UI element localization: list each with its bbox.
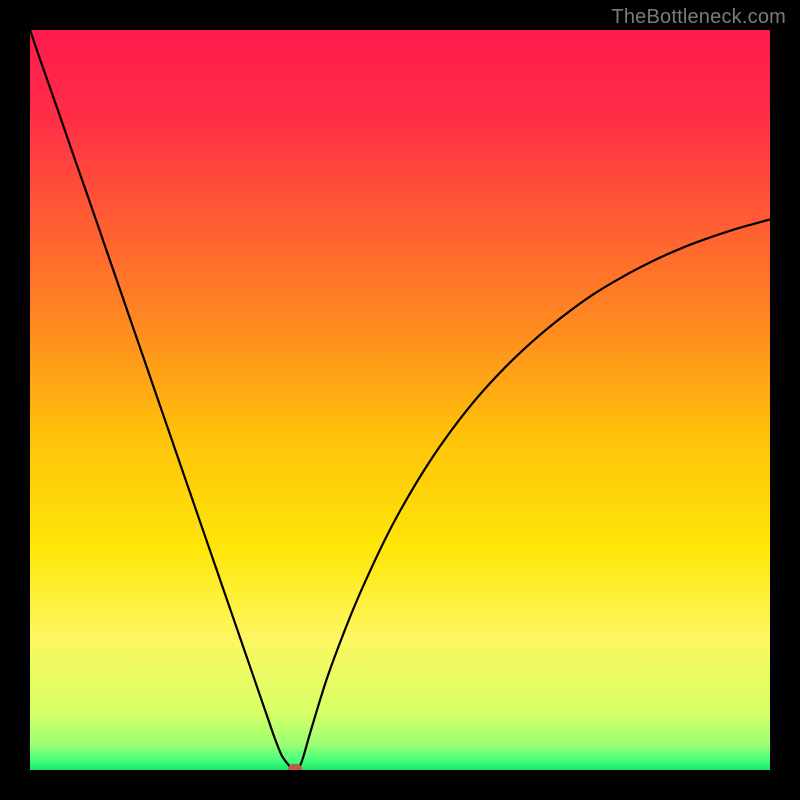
- chart-frame: TheBottleneck.com: [0, 0, 800, 800]
- curve-layer: [30, 30, 770, 770]
- bottleneck-curve: [30, 30, 770, 769]
- optimal-point-marker: [288, 764, 302, 770]
- watermark-text: TheBottleneck.com: [611, 6, 786, 29]
- plot-area: [30, 30, 770, 770]
